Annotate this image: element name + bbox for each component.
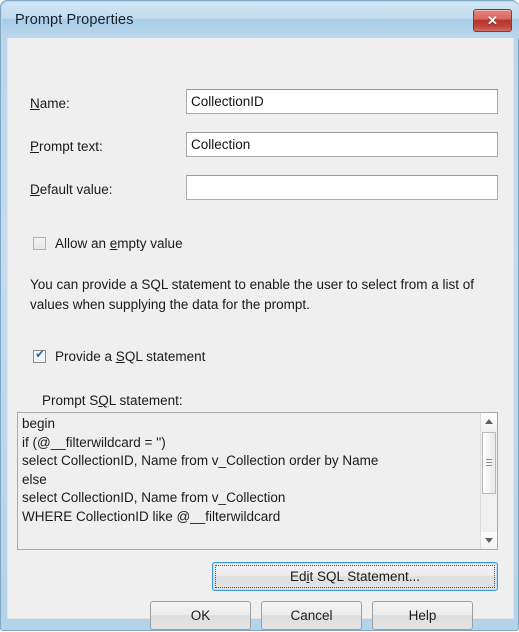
checkmark-icon: ✔ <box>35 347 46 361</box>
chevron-down-icon <box>485 538 493 543</box>
title-bar[interactable]: Prompt Properties ✕ <box>2 2 519 38</box>
ok-button-label: OK <box>190 608 211 623</box>
window-title: Prompt Properties <box>15 12 134 28</box>
cancel-button[interactable]: Cancel <box>261 601 362 630</box>
dialog-client-area: Name: Prompt text: Default value: Allow … <box>7 38 514 630</box>
prompt-text-label: Prompt text: <box>30 139 103 154</box>
help-button-label: Help <box>408 608 437 623</box>
dialog-window: Prompt Properties ✕ Name: Prompt text: D… <box>0 0 519 631</box>
ok-button[interactable]: OK <box>150 601 251 630</box>
scrollbar-grip-icon <box>486 459 492 466</box>
prompt-sql-statement-label: Prompt SQL statement: <box>42 393 183 408</box>
provide-sql-statement-checkbox[interactable]: ✔ Provide a SQL statement <box>33 347 206 364</box>
close-button[interactable]: ✕ <box>473 9 512 32</box>
checkbox-box <box>33 237 46 250</box>
provide-sql-statement-label: Provide a SQL statement <box>55 349 206 364</box>
scroll-up-button[interactable] <box>481 413 497 430</box>
name-input[interactable] <box>186 89 498 114</box>
cancel-button-label: Cancel <box>290 608 333 623</box>
edit-sql-statement-label: Edit SQL Statement... <box>289 569 421 584</box>
default-value-label: Default value: <box>30 182 113 197</box>
sql-statement-text: begin if (@__filterwildcard = '') select… <box>22 416 379 524</box>
checkbox-box: ✔ <box>33 347 46 363</box>
name-label: Name: <box>30 96 70 111</box>
sql-scrollbar[interactable] <box>480 413 497 549</box>
chevron-up-icon <box>485 419 493 424</box>
allow-empty-value-label: Allow an empty value <box>55 236 183 251</box>
scrollbar-thumb[interactable] <box>482 432 496 494</box>
sql-statement-textarea[interactable]: begin if (@__filterwildcard = '') select… <box>17 412 498 550</box>
close-icon: ✕ <box>487 12 498 28</box>
scroll-down-button[interactable] <box>481 532 497 549</box>
help-button[interactable]: Help <box>372 601 473 630</box>
prompt-text-input[interactable] <box>186 132 498 157</box>
allow-empty-value-checkbox[interactable]: Allow an empty value <box>33 236 183 251</box>
edit-sql-statement-button[interactable]: Edit SQL Statement... <box>212 562 498 591</box>
default-value-input[interactable] <box>186 175 498 200</box>
description-text: You can provide a SQL statement to enabl… <box>30 277 475 312</box>
